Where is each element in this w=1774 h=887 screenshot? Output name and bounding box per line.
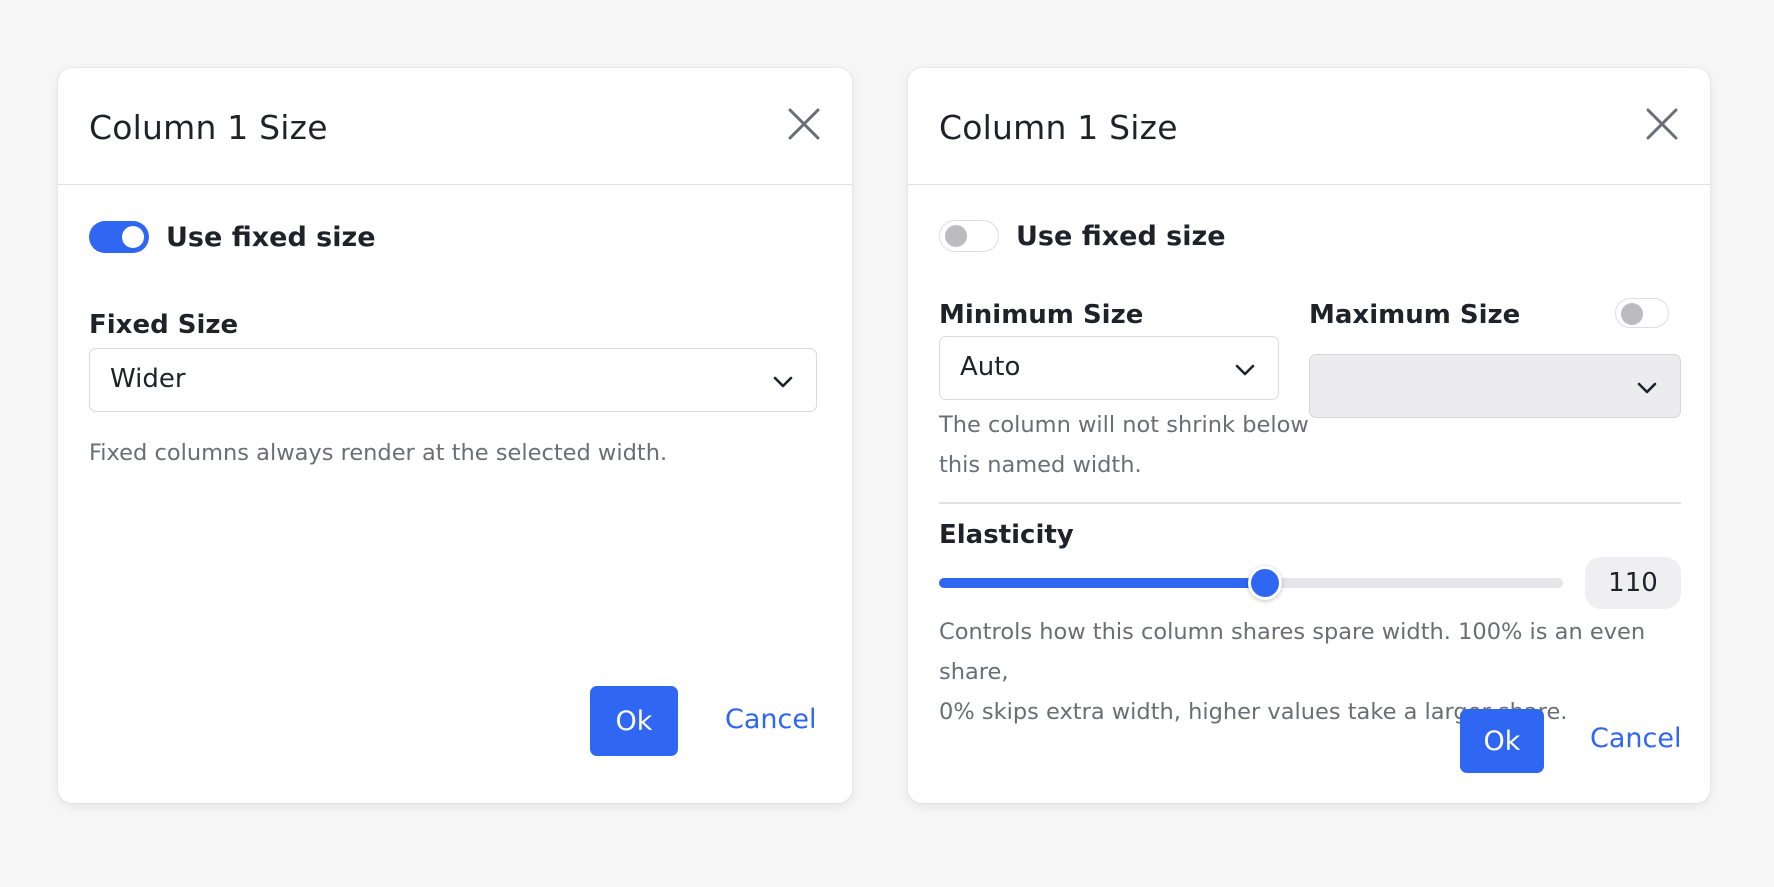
use-fixed-size-row: Use fixed size: [939, 220, 1226, 252]
fixed-size-help-text: Fixed columns always render at the selec…: [89, 440, 668, 466]
elasticity-value[interactable]: 110: [1585, 557, 1681, 609]
maximum-size-label: Maximum Size: [1309, 300, 1521, 330]
cancel-button[interactable]: Cancel: [725, 704, 816, 735]
use-fixed-size-row: Use fixed size: [89, 221, 376, 253]
elastic-size-dialog: Column 1 Size Use fixed size Minimum Siz…: [908, 68, 1710, 803]
dialog-title: Column 1 Size: [89, 108, 328, 147]
use-fixed-size-label: Use fixed size: [166, 221, 376, 253]
elasticity-label: Elasticity: [939, 520, 1074, 550]
fixed-size-value: Wider: [110, 364, 186, 394]
cancel-button[interactable]: Cancel: [1590, 723, 1681, 754]
elasticity-help-line: Controls how this column shares spare wi…: [939, 619, 1646, 685]
elasticity-slider-thumb[interactable]: [1248, 566, 1283, 600]
close-icon: [788, 108, 820, 140]
minimum-size-value: Auto: [960, 352, 1021, 382]
dialog-header: Column 1 Size: [908, 68, 1710, 185]
dialog-title: Column 1 Size: [939, 108, 1178, 147]
fixed-size-dialog: Column 1 Size Use fixed size Fixed Size …: [58, 68, 852, 803]
ok-button[interactable]: Ok: [1460, 709, 1544, 773]
use-fixed-size-label: Use fixed size: [1016, 220, 1226, 252]
use-fixed-size-toggle[interactable]: [939, 220, 999, 252]
maximum-size-toggle[interactable]: [1615, 298, 1669, 328]
minimum-size-help-text: The column will not shrink below this na…: [939, 405, 1309, 485]
fixed-size-label: Fixed Size: [89, 310, 239, 340]
maximum-size-select: [1309, 354, 1681, 418]
close-icon: [1646, 108, 1678, 140]
fixed-size-select[interactable]: Wider: [89, 348, 817, 412]
close-button[interactable]: [784, 104, 824, 144]
minimum-size-label: Minimum Size: [939, 300, 1144, 330]
elasticity-help-text: Controls how this column shares spare wi…: [939, 612, 1710, 732]
minimum-size-help-line: this named width.: [939, 452, 1142, 478]
ok-button[interactable]: Ok: [590, 686, 678, 756]
use-fixed-size-toggle[interactable]: [89, 221, 149, 253]
chevron-down-icon: [1235, 364, 1255, 376]
close-button[interactable]: [1642, 104, 1682, 144]
chevron-down-icon: [1637, 382, 1657, 394]
minimum-size-help-line: The column will not shrink below: [939, 412, 1309, 438]
section-divider: [939, 502, 1681, 504]
elasticity-slider-fill: [939, 578, 1266, 588]
elasticity-slider[interactable]: [939, 566, 1563, 600]
dialog-header: Column 1 Size: [58, 68, 852, 185]
chevron-down-icon: [773, 376, 793, 388]
minimum-size-select[interactable]: Auto: [939, 336, 1279, 400]
